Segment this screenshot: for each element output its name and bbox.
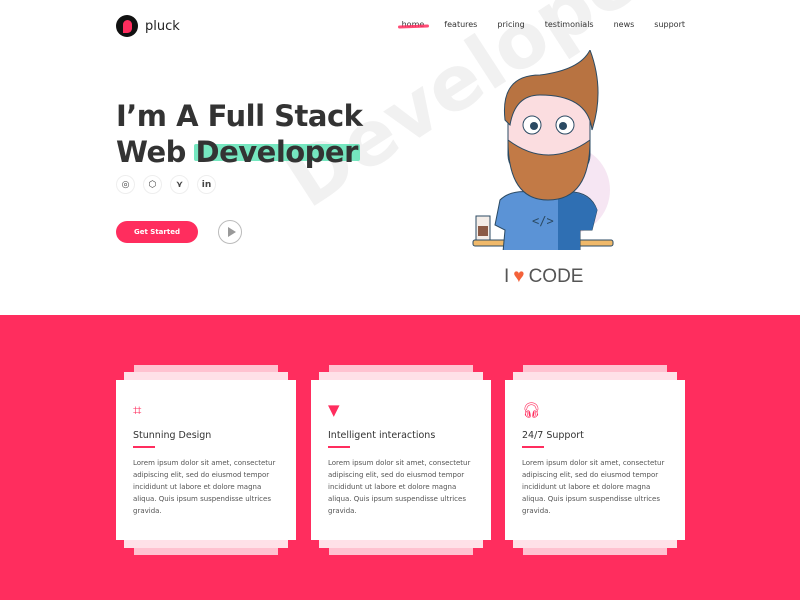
nav-home[interactable]: home (402, 20, 425, 29)
hero-title-web: Web (116, 135, 186, 169)
heart-icon: ♥ (513, 266, 525, 287)
title-underline (522, 446, 544, 448)
feature-text: Lorem ipsum dolor sit amet, consectetur … (133, 459, 276, 515)
feature-title: 24/7 Support (522, 430, 584, 441)
linkedin-icon[interactable]: in (197, 175, 216, 194)
developer-illustration: </> (472, 50, 614, 250)
i-love-code-caption: I ♥ CODE (504, 266, 583, 288)
play-video-button[interactable] (218, 220, 242, 244)
feature-text: Lorem ipsum dolor sit amet, consectetur … (328, 459, 471, 515)
svg-text:</>: </> (532, 214, 554, 228)
caption-code: CODE (528, 266, 584, 287)
flow-icon: ⌗ (133, 401, 142, 419)
nav-features[interactable]: features (444, 20, 477, 29)
nav-pricing[interactable]: pricing (497, 20, 524, 29)
feature-title: Stunning Design (133, 430, 212, 441)
github-icon[interactable]: ◎ (116, 175, 135, 194)
social-links: ◎ ⬡ ⋎ in (116, 175, 216, 194)
title-underline (328, 446, 350, 448)
codepen-icon[interactable]: ⬡ (143, 175, 162, 194)
get-started-button[interactable]: Get Started (116, 221, 198, 243)
feature-card: ▼ Intelligent interactions Lorem ipsum d… (311, 365, 491, 555)
brand-logo[interactable]: pluck (116, 15, 180, 37)
funnel-icon: ▼ (328, 401, 340, 419)
hero-title: I’m A Full Stack Web Developer (116, 98, 363, 170)
gitlab-icon[interactable]: ⋎ (170, 175, 189, 194)
feature-card: 🎧︎ 24/7 Support Lorem ipsum dolor sit am… (505, 365, 685, 555)
hero-title-line1: I’m A Full Stack (116, 99, 363, 133)
hero-title-developer: Developer (195, 135, 359, 169)
nav-news[interactable]: news (614, 20, 635, 29)
brand-name: pluck (145, 18, 180, 34)
feature-card: ⌗ Stunning Design Lorem ipsum dolor sit … (116, 365, 296, 555)
logo-icon (116, 15, 138, 37)
main-nav: home features pricing testimonials news … (402, 20, 685, 29)
nav-testimonials[interactable]: testimonials (545, 20, 594, 29)
feature-text: Lorem ipsum dolor sit amet, consectetur … (522, 459, 665, 515)
nav-support[interactable]: support (654, 20, 685, 29)
feature-title: Intelligent interactions (328, 430, 436, 441)
caption-i: I (504, 266, 510, 287)
headphones-icon: 🎧︎ (522, 401, 542, 419)
title-underline (133, 446, 155, 448)
